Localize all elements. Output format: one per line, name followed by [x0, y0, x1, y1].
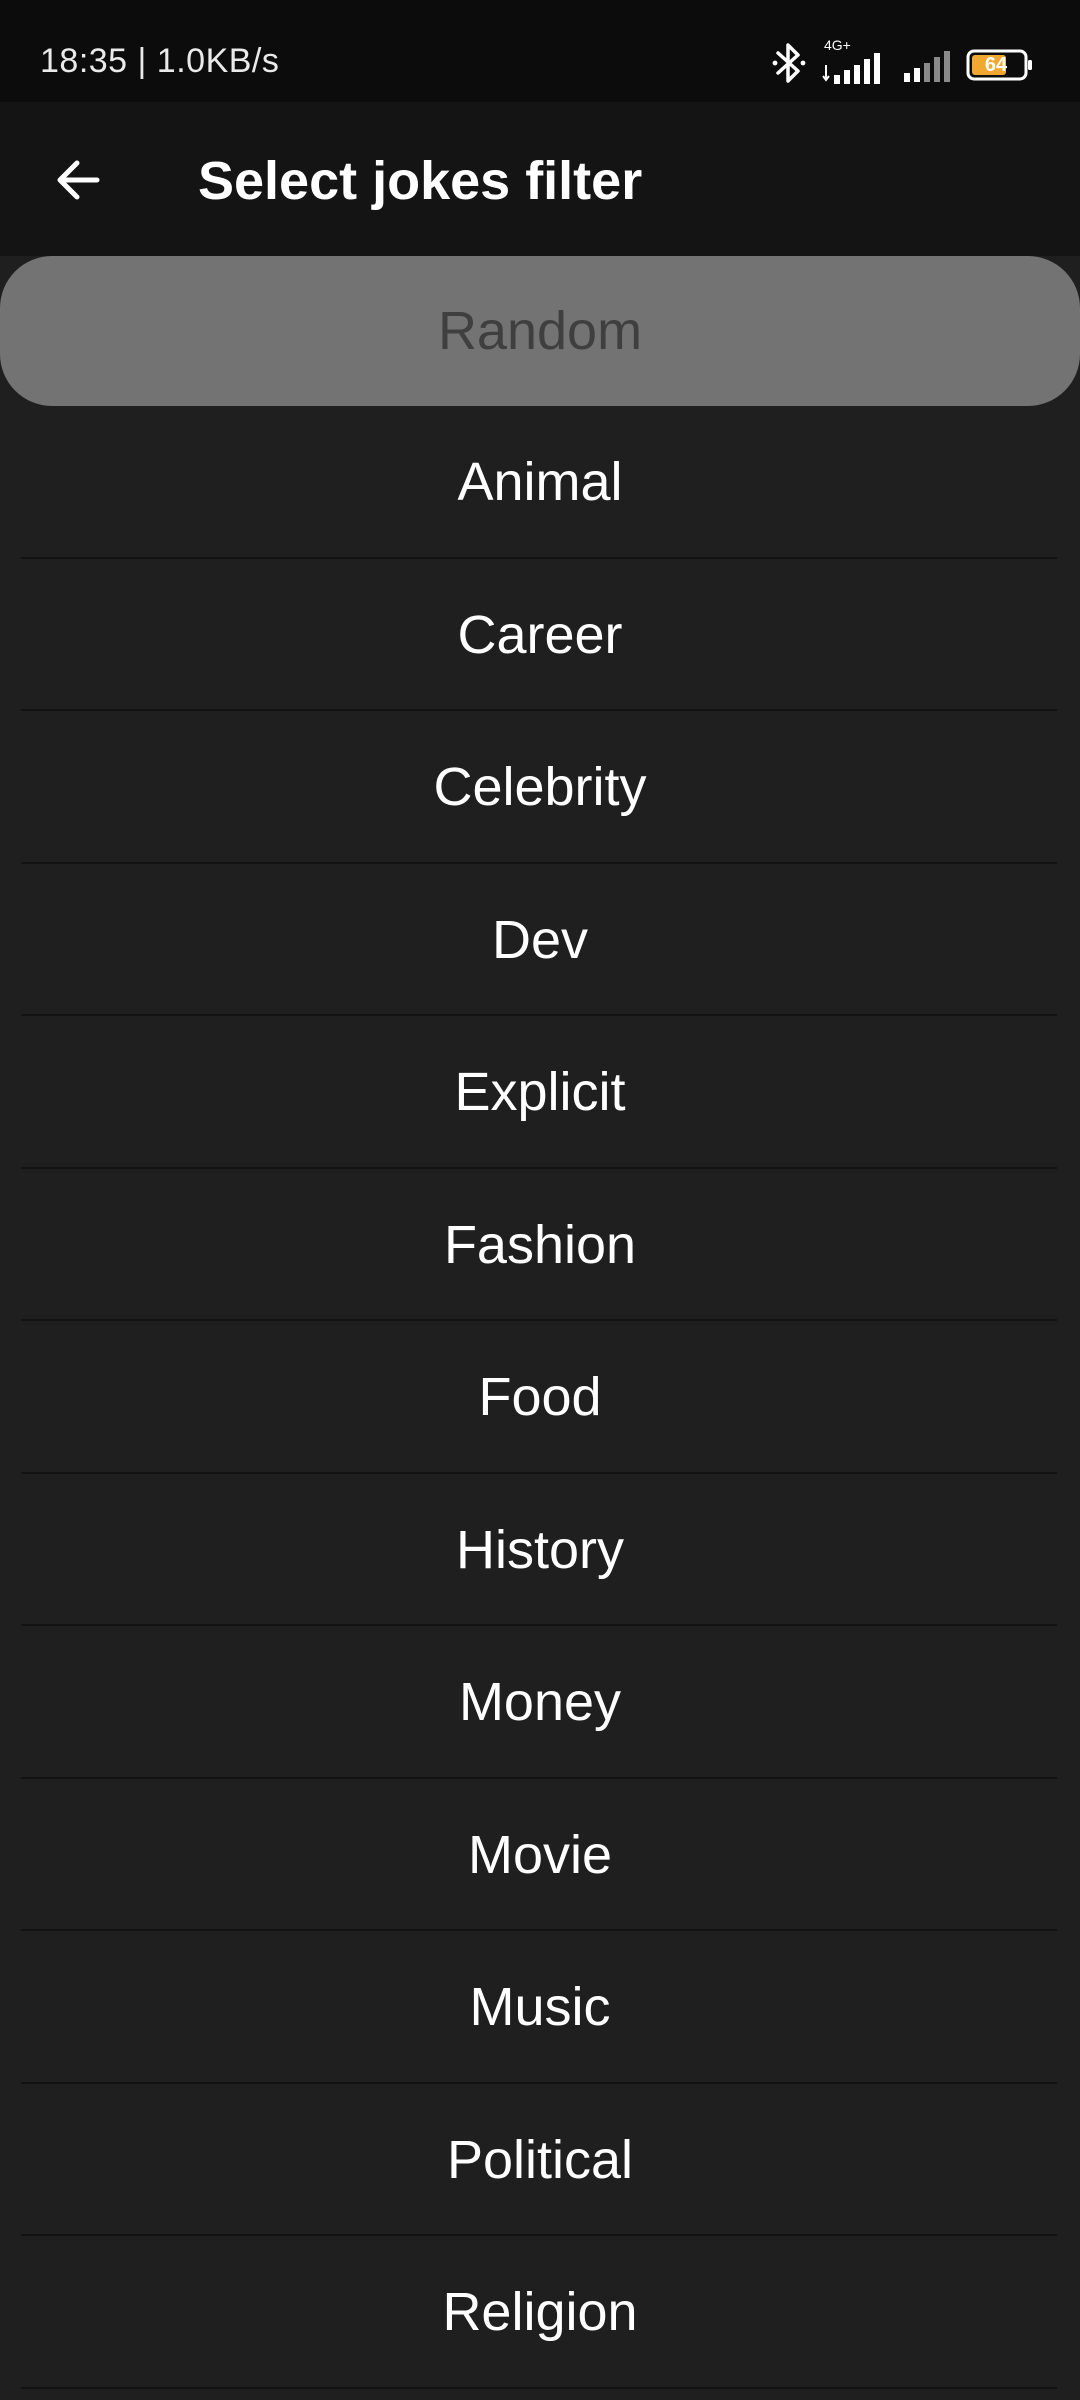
page-title: Select jokes filter [198, 151, 643, 211]
app-bar: Select jokes filter [0, 102, 1080, 256]
filter-item-movie[interactable]: Movie [0, 1779, 1080, 1932]
filter-item-money[interactable]: Money [0, 1626, 1080, 1779]
signal-icon [902, 41, 952, 90]
filter-item-dev[interactable]: Dev [0, 864, 1080, 1017]
battery-icon: 64 [966, 48, 1036, 82]
back-button[interactable] [36, 138, 120, 222]
status-time-speed: 18:35 | 1.0KB/s [40, 42, 280, 80]
filter-item-history[interactable]: History [0, 1474, 1080, 1627]
filter-item-explicit[interactable]: Explicit [0, 1016, 1080, 1169]
bluetooth-icon [770, 41, 808, 90]
filter-item-political[interactable]: Political [0, 2084, 1080, 2237]
filter-item-food[interactable]: Food [0, 1321, 1080, 1474]
filter-item-music[interactable]: Music [0, 1931, 1080, 2084]
filter-item-religion[interactable]: Religion [0, 2236, 1080, 2389]
signal-4g-icon: 4G+ [822, 37, 888, 87]
battery-level: 64 [984, 54, 1008, 76]
filter-item-animal[interactable]: Animal [0, 406, 1080, 559]
filter-item-fashion[interactable]: Fashion [0, 1169, 1080, 1322]
filter-item-celebrity[interactable]: Celebrity [0, 711, 1080, 864]
filter-item-random[interactable]: Random [0, 256, 1080, 406]
status-bar: 18:35 | 1.0KB/s 4G+ 64 [0, 0, 1080, 102]
filter-list: Random Animal Career Celebrity Dev Expli… [0, 256, 1080, 2389]
arrow-left-icon [57, 160, 100, 200]
status-icons: 4G+ 64 [770, 37, 1036, 90]
filter-item-career[interactable]: Career [0, 559, 1080, 712]
